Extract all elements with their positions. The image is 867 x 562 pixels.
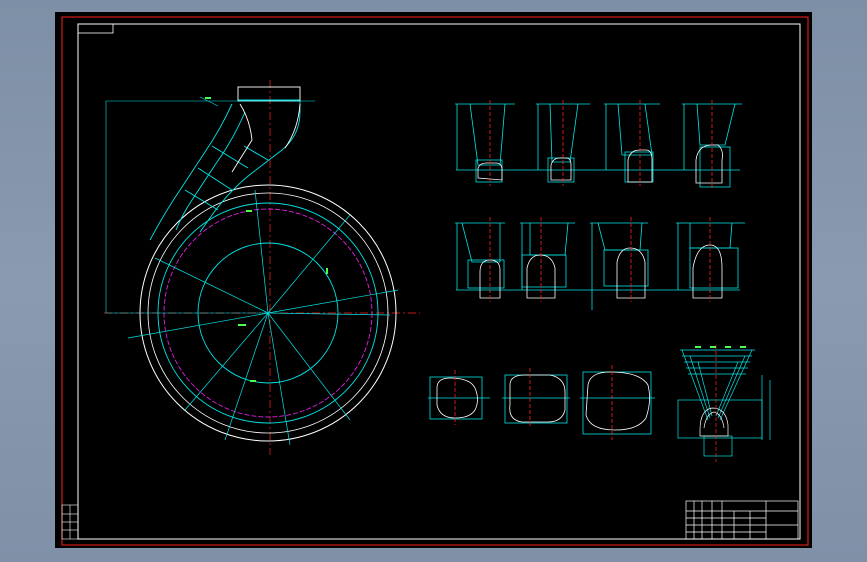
drawing-canvas — [61, 16, 809, 546]
cad-viewport[interactable] — [55, 12, 812, 548]
revision-strip — [61, 504, 79, 540]
frame-corner-box — [77, 23, 114, 34]
section-row-3 — [428, 365, 655, 440]
throat-overlay-detail — [677, 345, 771, 462]
title-block — [685, 500, 799, 540]
section-row-2 — [455, 217, 745, 310]
volute-plan-view — [104, 80, 420, 455]
section-row-1 — [455, 100, 742, 190]
outer-frame — [61, 16, 809, 546]
